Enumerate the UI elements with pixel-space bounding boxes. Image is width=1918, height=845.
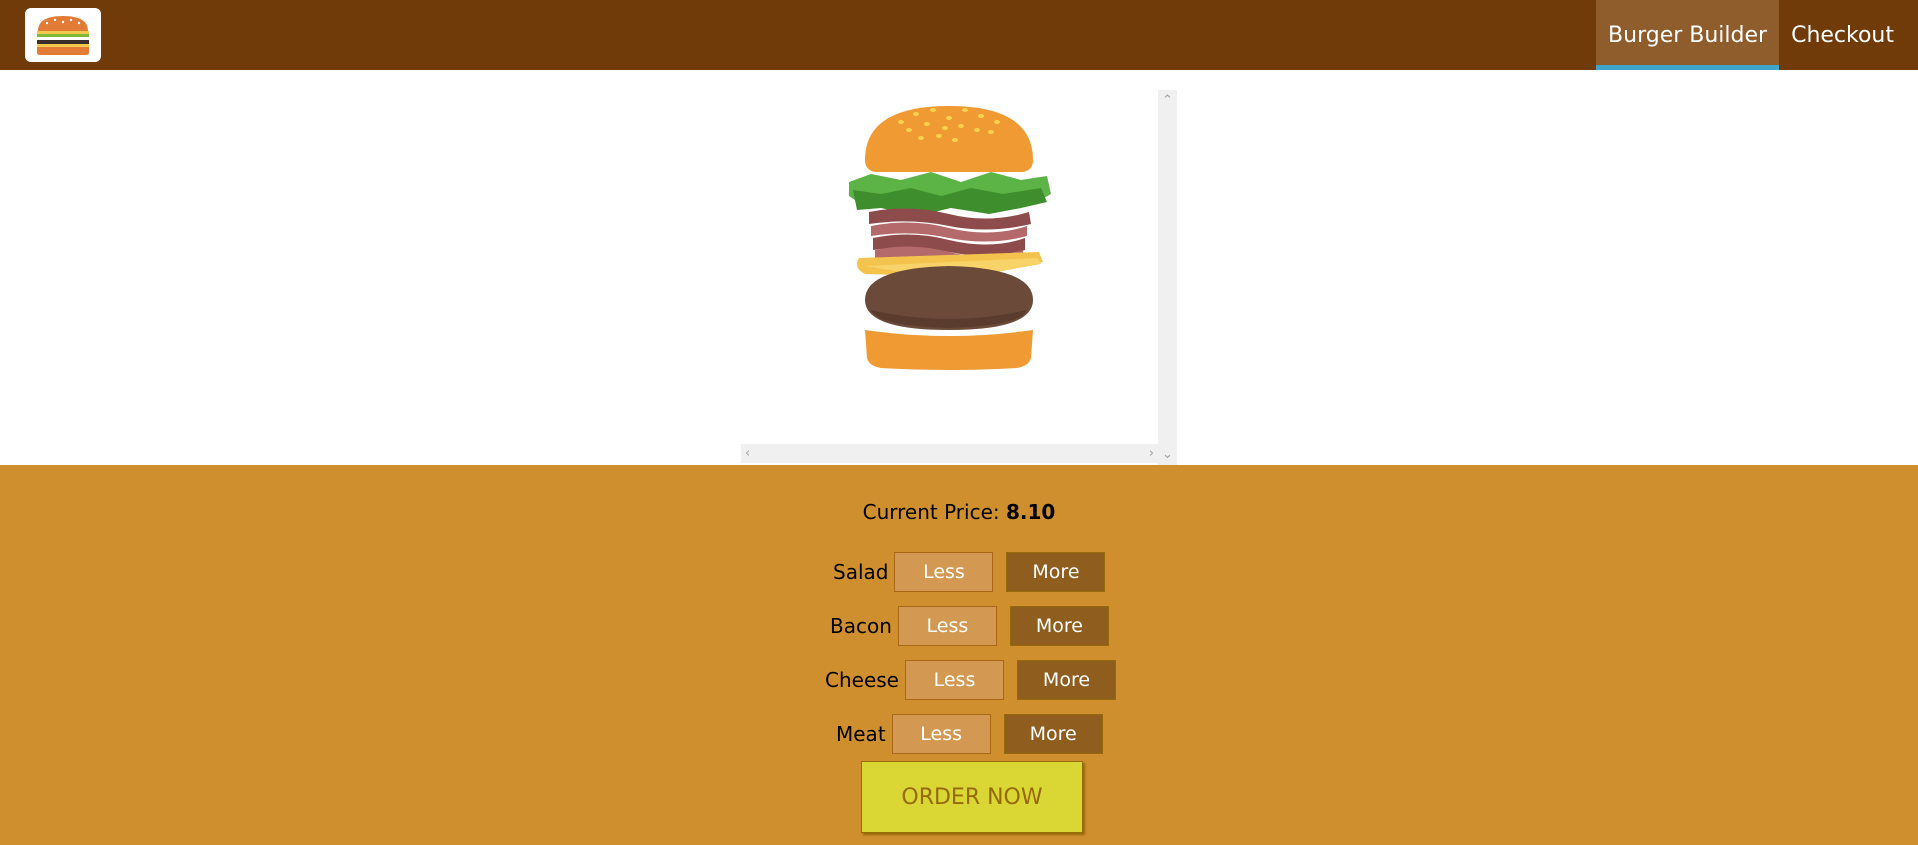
- more-button[interactable]: More: [1009, 606, 1109, 646]
- salad-layer: [849, 172, 1051, 216]
- less-button[interactable]: Less: [891, 714, 991, 754]
- nav-item-burger-builder[interactable]: Burger Builder: [1596, 0, 1780, 70]
- scroll-down-icon[interactable]: ⌄: [1162, 448, 1173, 461]
- more-button[interactable]: More: [1003, 714, 1103, 754]
- ingredient-label: Meat: [836, 722, 886, 746]
- burger-logo-icon: [37, 16, 89, 55]
- burger-illustration: [849, 106, 1051, 370]
- current-price: Current Price: 8.10: [0, 500, 1918, 524]
- ingredient-label: Cheese: [825, 668, 899, 692]
- build-control-meat: Meat Less More: [836, 712, 1103, 756]
- less-button[interactable]: Less: [904, 660, 1004, 700]
- meat-layer: [865, 266, 1033, 330]
- logo[interactable]: [25, 8, 101, 62]
- less-button[interactable]: Less: [894, 552, 994, 592]
- scroll-right-icon[interactable]: ›: [1149, 447, 1154, 460]
- scroll-up-icon[interactable]: ⌃: [1162, 94, 1173, 107]
- bread-bottom: [865, 330, 1033, 370]
- burger-scroll-container[interactable]: [741, 90, 1177, 465]
- toolbar: Burger Builder Checkout: [0, 0, 1918, 70]
- more-button[interactable]: More: [1006, 552, 1106, 592]
- ingredient-label: Bacon: [830, 614, 892, 638]
- build-control-cheese: Cheese Less More: [825, 658, 1116, 702]
- more-button[interactable]: More: [1016, 660, 1116, 700]
- price-value: 8.10: [1006, 500, 1056, 524]
- build-control-bacon: Bacon Less More: [830, 604, 1109, 648]
- vertical-scrollbar[interactable]: ⌃ ⌄: [1158, 90, 1177, 465]
- less-button[interactable]: Less: [897, 606, 997, 646]
- horizontal-scrollbar[interactable]: ‹ ›: [741, 444, 1158, 463]
- bread-top: [865, 106, 1033, 172]
- build-controls: Current Price: 8.10 Salad Less More Baco…: [0, 465, 1918, 845]
- ingredient-label: Salad: [833, 560, 889, 584]
- nav-item-checkout[interactable]: Checkout: [1779, 0, 1906, 70]
- scroll-left-icon[interactable]: ‹: [745, 447, 750, 460]
- order-now-button[interactable]: ORDER NOW: [861, 761, 1083, 833]
- build-control-salad: Salad Less More: [833, 550, 1106, 594]
- navigation-items: Burger Builder Checkout: [1596, 0, 1918, 70]
- price-label: Current Price:: [862, 500, 1000, 524]
- burger-preview-area: ⌃ ⌄ ‹ ›: [0, 70, 1918, 465]
